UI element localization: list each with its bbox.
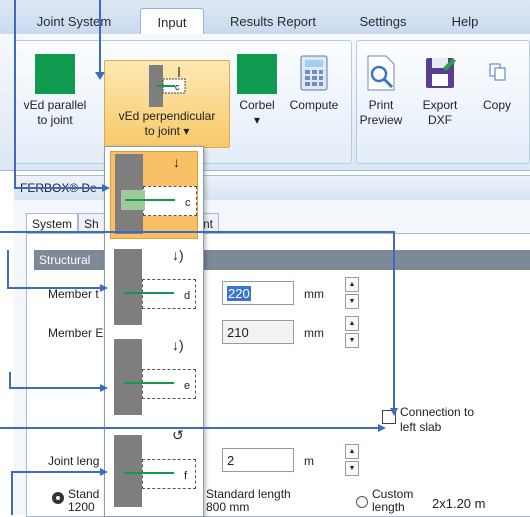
- annotation-arrows: [0, 0, 398, 515]
